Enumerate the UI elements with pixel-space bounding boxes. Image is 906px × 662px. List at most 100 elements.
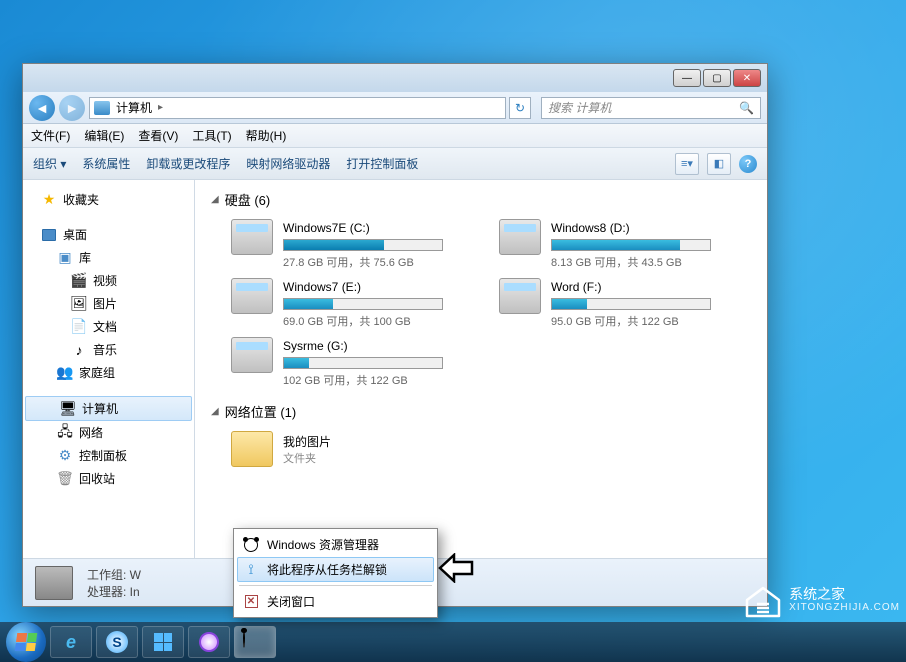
taskbar-app1[interactable] xyxy=(142,626,184,658)
computer-icon xyxy=(94,101,110,115)
status-processor: 处理器: In xyxy=(87,583,141,600)
sidebar-pictures[interactable]: 🖼 图片 xyxy=(23,292,194,315)
navigation-pane: ★ 收藏夹 桌面 ▣ 库 🎬 视频 🖼 图片 📄 文档 xyxy=(23,180,195,558)
open-controlpanel-button[interactable]: 打开控制面板 xyxy=(346,155,418,172)
watermark-icon xyxy=(743,582,783,618)
panda-icon xyxy=(243,630,267,654)
network-folder[interactable]: 我的图片 文件夹 xyxy=(231,431,751,467)
sidebar-computer[interactable]: 🖥 计算机 xyxy=(25,396,192,421)
drive-icon xyxy=(499,219,541,255)
sidebar-favorites[interactable]: ★ 收藏夹 xyxy=(23,188,194,211)
watermark: 系统之家 XITONGZHIJIA.COM xyxy=(743,582,900,618)
ie-icon: e xyxy=(66,632,76,653)
drive-icon xyxy=(499,278,541,314)
watermark-sub: XITONGZHIJIA.COM xyxy=(789,602,900,614)
back-button[interactable]: ◄ xyxy=(29,95,55,121)
content-area: ★ 收藏夹 桌面 ▣ 库 🎬 视频 🖼 图片 📄 文档 xyxy=(23,180,767,558)
collapse-icon: ◢ xyxy=(211,406,219,417)
help-button[interactable]: ? xyxy=(739,155,757,173)
sidebar-videos[interactable]: 🎬 视频 xyxy=(23,269,194,292)
antivirus-icon xyxy=(199,632,219,652)
annotation-arrow-icon xyxy=(438,553,474,583)
context-close-window[interactable]: ✕ 关闭窗口 xyxy=(237,589,434,614)
sidebar-controlpanel[interactable]: ⚙ 控制面板 xyxy=(23,444,194,467)
drive-g[interactable]: Sysrme (G:) 102 GB 可用，共 122 GB xyxy=(231,337,483,388)
search-placeholder: 搜索 计算机 xyxy=(548,99,611,116)
drive-icon xyxy=(231,337,273,373)
desktop-icon xyxy=(41,227,57,243)
taskbar-av[interactable] xyxy=(188,626,230,658)
drive-d[interactable]: Windows8 (D:) 8.13 GB 可用，共 43.5 GB xyxy=(499,219,751,270)
menu-view[interactable]: 查看(V) xyxy=(138,127,178,144)
library-icon: ▣ xyxy=(57,250,73,266)
picture-icon: 🖼 xyxy=(71,296,87,312)
sidebar-recyclebin[interactable]: 🗑 回收站 xyxy=(23,467,194,490)
sidebar-network[interactable]: 🖧 网络 xyxy=(23,421,194,444)
windows-logo-icon xyxy=(15,633,38,651)
context-open-explorer[interactable]: Windows 资源管理器 xyxy=(237,532,434,557)
system-properties-button[interactable]: 系统属性 xyxy=(82,155,130,172)
computer-icon: 🖥 xyxy=(60,401,76,417)
explorer-window: — ▢ ✕ ◄ ► 计算机 ▸ ↻ 搜索 计算机 🔍 文件(F) 编辑(E) 查… xyxy=(22,63,768,607)
music-icon: ♪ xyxy=(71,342,87,358)
menu-edit[interactable]: 编辑(E) xyxy=(84,127,124,144)
unpin-icon: ⟟ xyxy=(243,562,259,578)
preview-pane-button[interactable]: ◧ xyxy=(707,153,731,175)
panda-icon xyxy=(243,537,259,553)
context-unpin-taskbar[interactable]: ⟟ 将此程序从任务栏解锁 xyxy=(237,557,434,582)
start-button[interactable] xyxy=(6,622,46,662)
taskbar-ie[interactable]: e xyxy=(50,626,92,658)
search-input[interactable]: 搜索 计算机 🔍 xyxy=(541,97,761,119)
map-drive-button[interactable]: 映射网络驱动器 xyxy=(246,155,330,172)
taskbar: e S xyxy=(0,622,906,662)
breadcrumb-text: 计算机 xyxy=(116,99,152,116)
star-icon: ★ xyxy=(41,192,57,208)
breadcrumb[interactable]: 计算机 ▸ xyxy=(89,97,506,119)
video-icon: 🎬 xyxy=(71,273,87,289)
sidebar-homegroup[interactable]: 👥 家庭组 xyxy=(23,361,194,384)
collapse-icon: ◢ xyxy=(211,194,219,205)
drive-c[interactable]: Windows7E (C:) 27.8 GB 可用，共 75.6 GB xyxy=(231,219,483,270)
folder-icon xyxy=(231,431,273,467)
network-icon: 🖧 xyxy=(57,425,73,441)
computer-large-icon xyxy=(35,566,73,600)
document-icon: 📄 xyxy=(71,319,87,335)
sogou-icon: S xyxy=(106,631,128,653)
close-button[interactable]: ✕ xyxy=(733,69,761,87)
view-options-button[interactable]: ≡▾ xyxy=(675,153,699,175)
section-network-header[interactable]: ◢ 网络位置 (1) xyxy=(211,402,751,421)
sidebar-desktop[interactable]: 桌面 xyxy=(23,223,194,246)
uninstall-button[interactable]: 卸载或更改程序 xyxy=(146,155,230,172)
close-icon: ✕ xyxy=(243,594,259,610)
menu-help[interactable]: 帮助(H) xyxy=(246,127,287,144)
organize-button[interactable]: 组织 ▾ xyxy=(33,155,66,172)
sidebar-documents[interactable]: 📄 文档 xyxy=(23,315,194,338)
menu-tools[interactable]: 工具(T) xyxy=(192,127,231,144)
drives-grid: Windows7E (C:) 27.8 GB 可用，共 75.6 GB Wind… xyxy=(231,219,751,388)
minimize-button[interactable]: — xyxy=(673,69,701,87)
watermark-title: 系统之家 xyxy=(789,586,900,603)
drive-icon xyxy=(231,278,273,314)
homegroup-icon: 👥 xyxy=(57,365,73,381)
sidebar-libraries[interactable]: ▣ 库 xyxy=(23,246,194,269)
taskbar-sogou[interactable]: S xyxy=(96,626,138,658)
drive-f[interactable]: Word (F:) 95.0 GB 可用，共 122 GB xyxy=(499,278,751,329)
main-pane: ◢ 硬盘 (6) Windows7E (C:) 27.8 GB 可用，共 75.… xyxy=(195,180,767,558)
recyclebin-icon: 🗑 xyxy=(57,471,73,487)
section-drives-header[interactable]: ◢ 硬盘 (6) xyxy=(211,190,751,209)
search-icon: 🔍 xyxy=(739,101,754,115)
refresh-button[interactable]: ↻ xyxy=(509,97,531,119)
drive-icon xyxy=(231,219,273,255)
sidebar-music[interactable]: ♪ 音乐 xyxy=(23,338,194,361)
maximize-button[interactable]: ▢ xyxy=(703,69,731,87)
menu-bar: 文件(F) 编辑(E) 查看(V) 工具(T) 帮助(H) xyxy=(23,124,767,148)
controlpanel-icon: ⚙ xyxy=(57,448,73,464)
menu-file[interactable]: 文件(F) xyxy=(31,127,70,144)
grid-icon xyxy=(154,633,172,651)
menu-separator xyxy=(239,585,432,586)
taskbar-panda[interactable] xyxy=(234,626,276,658)
forward-button[interactable]: ► xyxy=(59,95,85,121)
window-titlebar: — ▢ ✕ xyxy=(23,64,767,92)
drive-e[interactable]: Windows7 (E:) 69.0 GB 可用，共 100 GB xyxy=(231,278,483,329)
taskbar-context-menu: Windows 资源管理器 ⟟ 将此程序从任务栏解锁 ✕ 关闭窗口 xyxy=(233,528,438,618)
